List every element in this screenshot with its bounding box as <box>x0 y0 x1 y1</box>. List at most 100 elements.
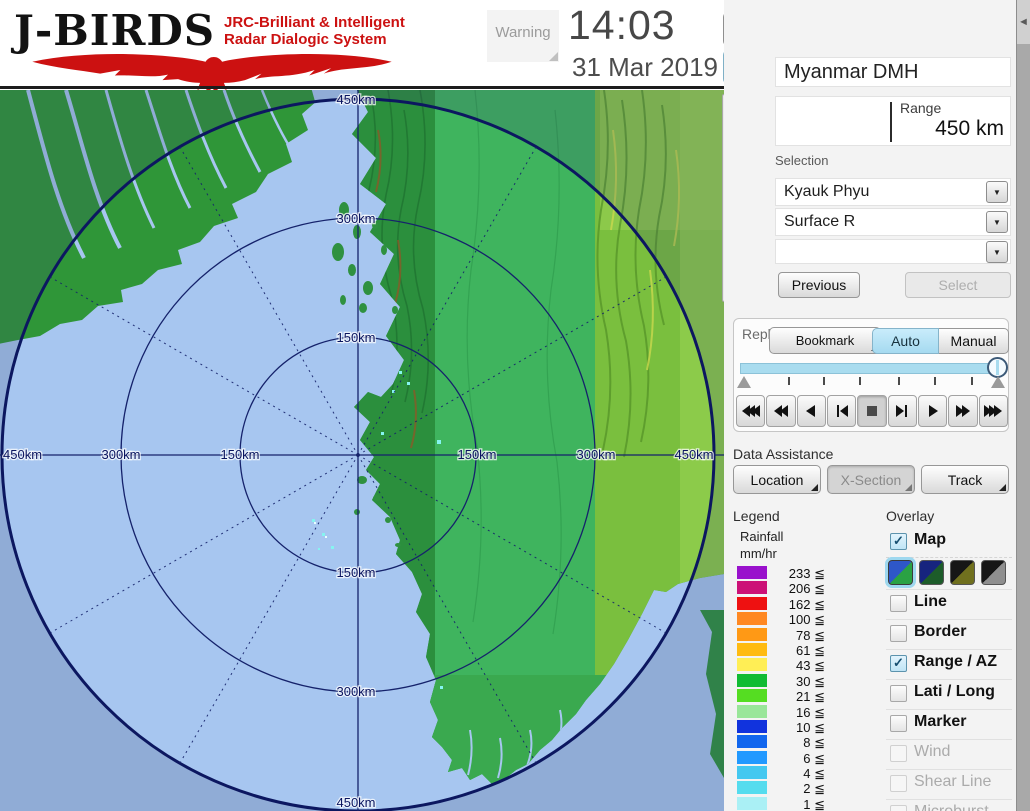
step-forward-icon <box>892 404 912 418</box>
unchecked-checkbox-icon[interactable] <box>890 685 907 702</box>
map-style-swatch-3[interactable] <box>950 560 975 585</box>
legend-label: Legend <box>733 508 780 524</box>
overlay-item-label: Marker <box>914 713 966 731</box>
legend-row: 2 ≦ <box>737 780 827 795</box>
j-birds-app-window: J-BIRDS JRC-Brilliant & Intelligent Rada… <box>0 0 1030 811</box>
legend-row: 8 ≦ <box>737 734 827 749</box>
rain-color-swatch <box>737 612 767 625</box>
previous-button[interactable]: Previous <box>778 272 860 298</box>
legend-row: 16 ≦ <box>737 704 827 719</box>
replay-progress-slider[interactable] <box>740 363 1002 374</box>
fast-rewind-3-button[interactable] <box>736 395 765 427</box>
station-dropdown-button[interactable]: ▼ <box>986 181 1008 203</box>
manual-mode-button[interactable]: Manual <box>939 328 1009 354</box>
range-box: Range 450 km <box>775 96 1011 146</box>
range-ring-label: 150km <box>220 447 259 462</box>
map-style-swatch-2[interactable] <box>919 560 944 585</box>
step-back-button[interactable] <box>827 395 856 427</box>
rain-color-swatch <box>737 781 767 794</box>
rain-color-swatch <box>737 597 767 610</box>
clock-date: 31 Mar 2019 <box>572 52 718 83</box>
overlay-item-label: Shear Line <box>914 773 991 791</box>
select-button[interactable]: Select <box>905 272 1011 298</box>
stop-button[interactable] <box>857 395 886 427</box>
play-button[interactable] <box>918 395 947 427</box>
legend-row: 78 ≦ <box>737 627 827 642</box>
overlay-item-label: Range / AZ <box>914 653 997 671</box>
track-button[interactable]: Track <box>921 465 1009 494</box>
legend-row: 233 ≦ <box>737 565 827 580</box>
overlay-item-map[interactable]: ✓Map <box>886 528 1012 558</box>
rain-color-swatch <box>737 658 767 671</box>
checked-checkbox-icon[interactable]: ✓ <box>890 655 907 672</box>
logo: J-BIRDS JRC-Brilliant & Intelligent Rada… <box>10 4 430 88</box>
product-dropdown-button[interactable]: ▼ <box>986 211 1008 233</box>
slider-end-marker[interactable] <box>991 376 1005 388</box>
chevron-down-icon: ▼ <box>993 218 1001 227</box>
unchecked-checkbox-icon[interactable] <box>890 595 907 612</box>
location-button[interactable]: Location <box>733 465 821 494</box>
logo-subtitle: JRC-Brilliant & Intelligent Radar Dialog… <box>224 14 405 48</box>
overlay-item-line[interactable]: Line <box>886 590 1012 620</box>
step-forward-button[interactable] <box>888 395 917 427</box>
radar-map-canvas: 450km 300km 150km 150km 300km 450km 450k… <box>0 90 724 811</box>
fast-forward-2-button[interactable] <box>948 395 977 427</box>
chevron-down-icon: ▼ <box>993 248 1001 257</box>
play-reverse-button[interactable] <box>797 395 826 427</box>
range-ring-label: 450km <box>674 447 713 462</box>
warning-box[interactable]: Warning <box>487 10 559 62</box>
overlay-item-marker[interactable]: Marker <box>886 710 1012 740</box>
overlay-item-label: Lati / Long <box>914 683 995 701</box>
menu-corner-icon <box>811 484 818 491</box>
overlay-item-wind[interactable]: Wind <box>886 740 1012 770</box>
overlay-item-label: Wind <box>914 743 950 761</box>
collapse-panel-arrow-icon[interactable]: ◄ <box>1018 16 1029 28</box>
playback-controls <box>736 395 1008 427</box>
overlay-item-shear-line[interactable]: Shear Line <box>886 770 1012 800</box>
option-dropdown-button[interactable]: ▼ <box>986 241 1008 263</box>
overlay-label: Overlay <box>886 508 934 524</box>
unchecked-checkbox-icon[interactable] <box>890 715 907 732</box>
range-ring-label: 300km <box>101 447 140 462</box>
legend-row: 206 ≦ <box>737 580 827 595</box>
option-dropdown[interactable]: ▼ <box>775 239 1011 264</box>
x-section-button[interactable]: X-Section <box>827 465 915 494</box>
radar-map[interactable]: 450km 300km 150km 150km 300km 450km 450k… <box>0 90 724 811</box>
product-dropdown[interactable]: Surface R ▼ <box>775 208 1011 236</box>
fast-forward-3-button[interactable] <box>979 395 1008 427</box>
legend-unit-line1: Rainfall <box>740 529 783 544</box>
bookmark-button[interactable]: Bookmark <box>769 327 881 354</box>
checked-checkbox-icon[interactable]: ✓ <box>890 533 907 550</box>
fast-rewind-2-icon <box>771 404 791 418</box>
overlay-list: ✓Map LineBorder ✓ Range / AZ Lati / Long Mark… <box>886 528 1012 811</box>
fast-forward-3-icon <box>983 404 1003 418</box>
unchecked-checkbox-icon[interactable] <box>890 625 907 642</box>
legend-row: 6 ≦ <box>737 750 827 765</box>
replay-slider-handle[interactable] <box>987 357 1008 378</box>
map-style-swatch-1[interactable] <box>888 560 913 585</box>
station-dropdown[interactable]: Kyauk Phyu ▼ <box>775 178 1011 206</box>
resize-grip-icon[interactable] <box>549 52 558 61</box>
map-style-swatches <box>886 558 1012 590</box>
unchecked-checkbox-icon <box>890 775 907 792</box>
fast-forward-2-icon <box>953 404 973 418</box>
overlay-item-lati-long[interactable]: Lati / Long <box>886 680 1012 710</box>
overlay-item-range-az[interactable]: ✓ Range / AZ <box>886 650 1012 680</box>
legend-row: 4 ≦ <box>737 765 827 780</box>
header-divider <box>0 86 758 89</box>
slider-start-marker[interactable] <box>737 376 751 388</box>
auto-mode-button[interactable]: Auto <box>872 328 939 354</box>
rain-color-swatch <box>737 581 767 594</box>
rain-color-swatch <box>737 674 767 687</box>
overlay-item-border[interactable]: Border <box>886 620 1012 650</box>
rain-color-swatch <box>737 720 767 733</box>
overlay-item-microburst[interactable]: Microburst <box>886 800 1012 811</box>
rain-color-swatch <box>737 751 767 764</box>
panel-scrollbar[interactable]: ◄ <box>1016 0 1030 811</box>
legend-row: 100 ≦ <box>737 611 827 626</box>
rain-color-swatch <box>737 689 767 702</box>
map-style-swatch-4[interactable] <box>981 560 1006 585</box>
fast-rewind-2-button[interactable] <box>766 395 795 427</box>
play-icon <box>923 404 943 418</box>
range-ring-label: 150km <box>457 447 496 462</box>
